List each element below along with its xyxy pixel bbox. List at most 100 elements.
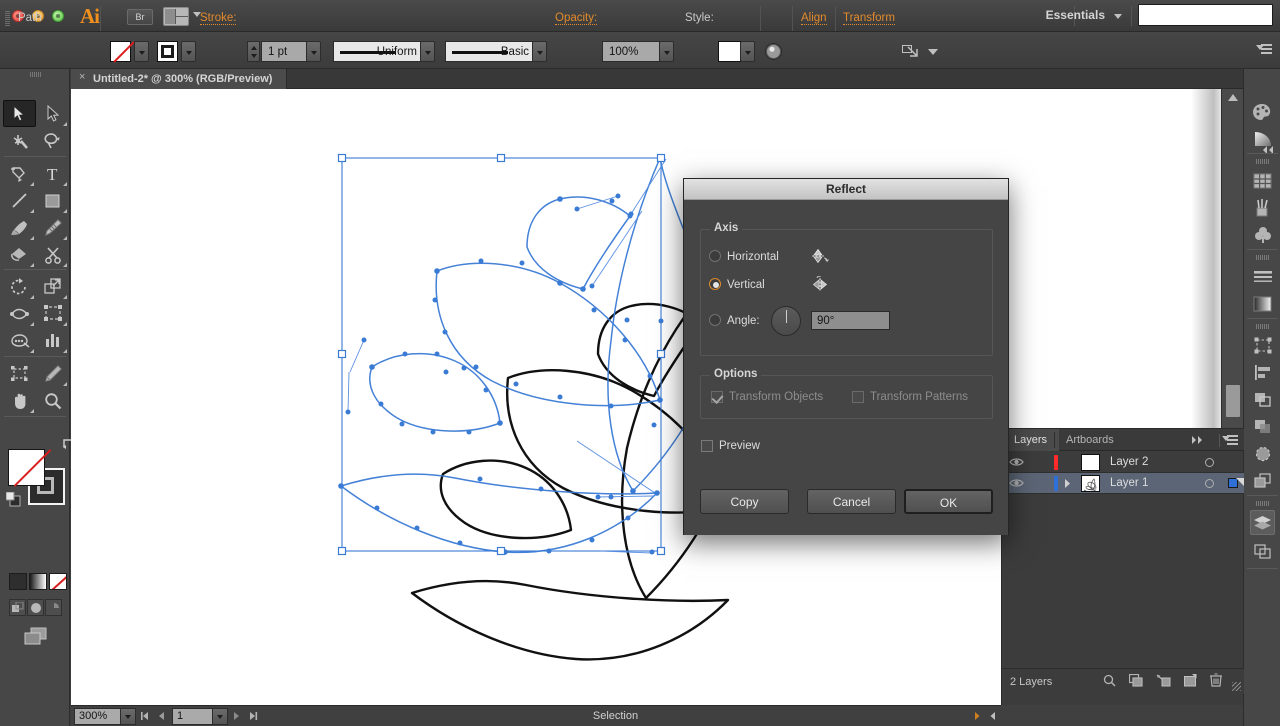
transform-patterns-label[interactable]: Transform Patterns bbox=[870, 391, 968, 403]
transform-objects-label[interactable]: Transform Objects bbox=[729, 391, 823, 403]
selection-tool[interactable] bbox=[3, 100, 36, 127]
fill-swatch[interactable] bbox=[110, 41, 131, 62]
hand-tool[interactable] bbox=[3, 387, 36, 414]
layer-lock-toggle[interactable] bbox=[1030, 452, 1054, 473]
checkbox-transform-objects[interactable] bbox=[711, 391, 723, 403]
color-guide-panel-icon[interactable] bbox=[1250, 126, 1275, 151]
pen-tool[interactable] bbox=[3, 160, 36, 187]
symbol-sprayer-tool[interactable] bbox=[3, 327, 36, 354]
radio-angle-label[interactable]: Angle: bbox=[727, 315, 760, 327]
next-artboard-button[interactable] bbox=[228, 708, 245, 725]
dock-group-grip[interactable] bbox=[1256, 159, 1269, 164]
table-row[interactable]: Layer 1 bbox=[1002, 473, 1244, 494]
dock-group-grip[interactable] bbox=[1256, 324, 1269, 329]
opacity-label[interactable]: Opacity: bbox=[555, 12, 598, 25]
stroke-dropdown-button[interactable] bbox=[181, 41, 196, 62]
zoom-level-input[interactable]: 300% bbox=[74, 707, 136, 725]
zoom-tool[interactable] bbox=[36, 387, 69, 414]
preview-label[interactable]: Preview bbox=[719, 440, 760, 452]
appearance-panel-icon[interactable] bbox=[1250, 441, 1275, 466]
default-fill-stroke-icon[interactable] bbox=[5, 491, 21, 507]
chevron-down-icon[interactable] bbox=[928, 49, 938, 55]
canvas-vertical-scrollbar[interactable] bbox=[1221, 89, 1243, 428]
artboard-tool[interactable] bbox=[3, 360, 36, 387]
none-mode-button[interactable] bbox=[49, 573, 67, 590]
stroke-weight-stepper[interactable] bbox=[247, 41, 260, 62]
dock-group-grip[interactable] bbox=[1256, 501, 1269, 506]
stroke-profile-dropdown-button[interactable] bbox=[420, 41, 435, 62]
stroke-weight-label[interactable]: Stroke: bbox=[200, 12, 237, 25]
stroke-weight-dropdown-button[interactable] bbox=[306, 41, 321, 62]
create-new-sublayer-icon[interactable] bbox=[1156, 674, 1171, 690]
chevron-down-icon[interactable] bbox=[1114, 14, 1122, 19]
stroke-swatch[interactable] bbox=[157, 41, 178, 62]
workspace-switcher-label[interactable]: Essentials bbox=[1046, 8, 1105, 22]
swatches-panel-icon[interactable] bbox=[1250, 168, 1275, 193]
chevron-right-icon[interactable] bbox=[1058, 473, 1076, 494]
brush-dropdown-button[interactable] bbox=[532, 41, 547, 62]
radio-vertical[interactable] bbox=[709, 278, 721, 290]
artboard-number-input[interactable]: 1 bbox=[172, 707, 228, 725]
brush-select[interactable]: Basic bbox=[445, 41, 537, 62]
opacity-input[interactable]: 100% bbox=[602, 41, 660, 62]
stroke-profile-select[interactable]: Uniform bbox=[333, 41, 425, 62]
panel-menu-icon[interactable] bbox=[1222, 435, 1238, 446]
control-bar-grip[interactable] bbox=[5, 11, 10, 27]
type-tool[interactable]: T bbox=[36, 160, 69, 187]
brushes-panel-icon[interactable] bbox=[1250, 195, 1275, 220]
control-bar-menu-icon[interactable] bbox=[1256, 44, 1272, 55]
previous-artboard-button[interactable] bbox=[153, 708, 170, 725]
table-row[interactable]: Layer 2 bbox=[1002, 452, 1244, 473]
create-new-layer-icon[interactable] bbox=[1184, 673, 1197, 690]
symbols-panel-icon[interactable] bbox=[1250, 222, 1275, 247]
artboards-panel-icon[interactable] bbox=[1250, 539, 1275, 564]
column-graph-tool[interactable] bbox=[36, 327, 69, 354]
ok-button[interactable]: OK bbox=[904, 489, 993, 514]
dock-group-grip[interactable] bbox=[1256, 255, 1269, 260]
screen-mode-button[interactable] bbox=[24, 627, 48, 646]
search-input[interactable] bbox=[1138, 4, 1273, 26]
blob-brush-tool[interactable] bbox=[36, 214, 69, 241]
draw-inside-button[interactable] bbox=[45, 599, 62, 616]
canvas-area[interactable] bbox=[71, 89, 1221, 428]
arrange-documents-icon[interactable] bbox=[163, 7, 189, 26]
layer-name[interactable]: Layer 1 bbox=[1104, 477, 1196, 489]
status-menu-icon[interactable] bbox=[969, 708, 985, 725]
width-tool[interactable] bbox=[3, 300, 36, 327]
transparency-panel-icon[interactable] bbox=[1250, 414, 1275, 439]
opacity-dropdown-button[interactable] bbox=[659, 41, 674, 62]
radio-angle[interactable] bbox=[709, 314, 721, 326]
scissors-tool[interactable] bbox=[36, 241, 69, 268]
tab-artboards[interactable]: Artboards bbox=[1054, 429, 1126, 451]
layer-target-indicator[interactable] bbox=[1196, 478, 1222, 488]
radio-horizontal-label[interactable]: Horizontal bbox=[727, 251, 779, 263]
color-mode-button[interactable] bbox=[9, 573, 27, 590]
layer-expand-toggle[interactable] bbox=[1058, 452, 1076, 473]
tools-panel-grip[interactable] bbox=[30, 72, 42, 77]
close-icon[interactable]: × bbox=[79, 72, 88, 83]
checkbox-transform-patterns[interactable] bbox=[852, 391, 864, 403]
transform-button[interactable]: Transform bbox=[843, 12, 895, 25]
scroll-up-icon[interactable] bbox=[1228, 94, 1238, 101]
graphic-style-swatch[interactable] bbox=[718, 41, 741, 62]
first-artboard-button[interactable] bbox=[136, 708, 153, 725]
slice-tool[interactable] bbox=[36, 360, 69, 387]
color-panel-icon[interactable] bbox=[1250, 99, 1275, 124]
align-panel-icon[interactable] bbox=[1250, 360, 1275, 385]
make-clipping-mask-icon[interactable] bbox=[1128, 673, 1143, 690]
zoom-dropdown-button[interactable] bbox=[120, 708, 135, 724]
graphic-styles-panel-icon[interactable] bbox=[1250, 468, 1275, 493]
panel-resize-handle[interactable] bbox=[1232, 682, 1241, 691]
scroll-left-icon[interactable] bbox=[985, 708, 1001, 725]
recolor-artwork-icon[interactable] bbox=[765, 43, 782, 60]
gradient-mode-button[interactable] bbox=[29, 573, 47, 590]
rotate-tool[interactable] bbox=[3, 273, 36, 300]
delete-layer-icon[interactable] bbox=[1210, 673, 1222, 690]
shape-builder-tool[interactable] bbox=[3, 241, 36, 268]
line-segment-tool[interactable] bbox=[3, 187, 36, 214]
angle-input[interactable]: 90° bbox=[811, 311, 890, 330]
scrollbar-thumb[interactable] bbox=[1226, 385, 1240, 417]
paintbrush-tool[interactable] bbox=[3, 214, 36, 241]
stroke-panel-icon[interactable] bbox=[1250, 264, 1275, 289]
curved-petal-vector-shape[interactable] bbox=[71, 89, 1221, 428]
